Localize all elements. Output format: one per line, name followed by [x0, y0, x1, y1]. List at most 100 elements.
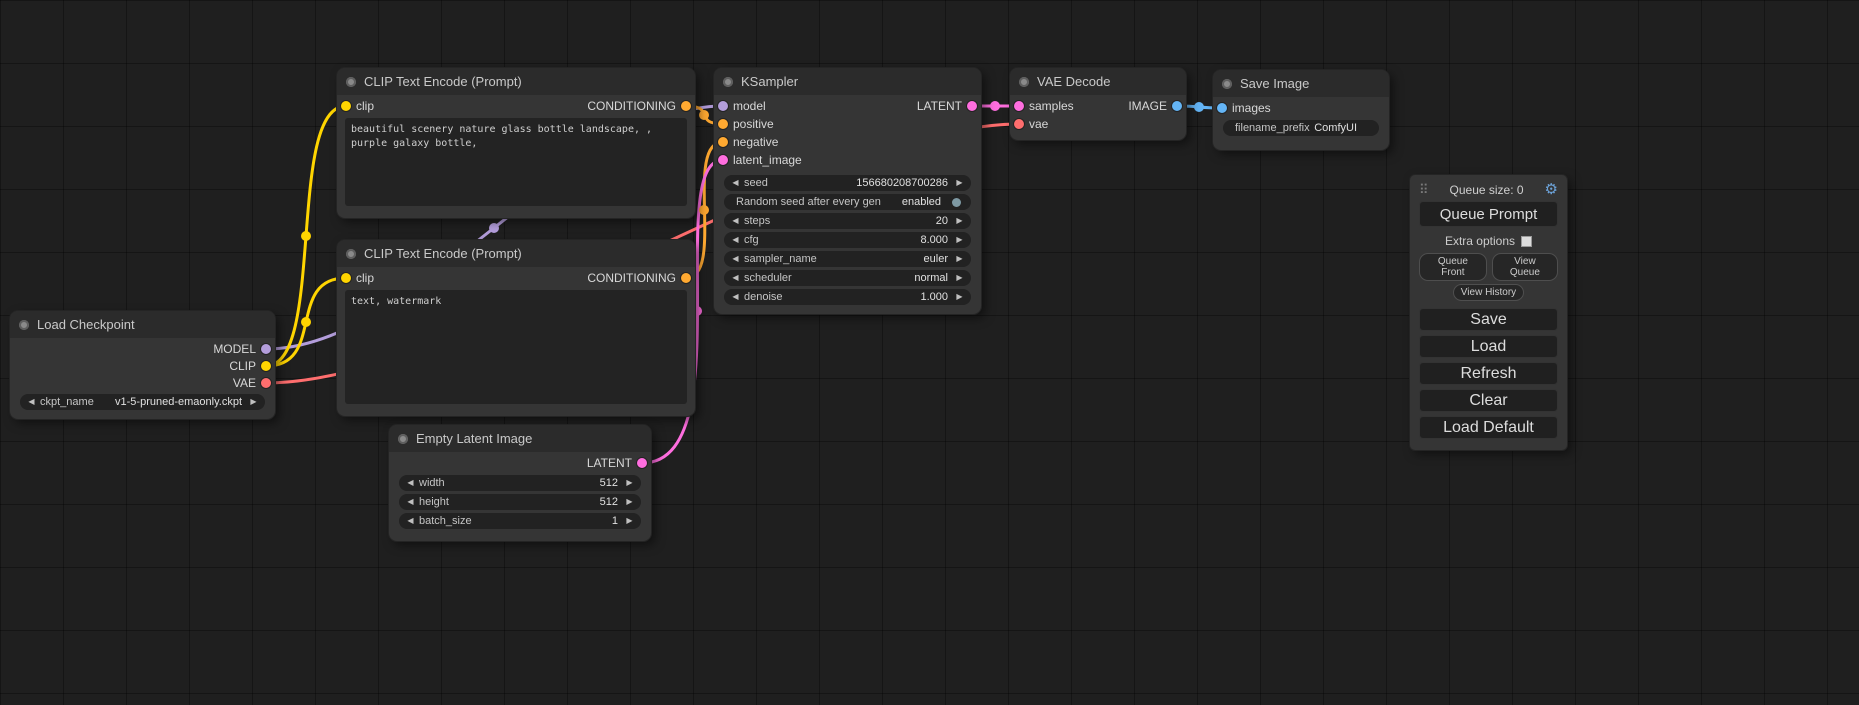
prompt-text-input[interactable]: text, watermark: [345, 290, 687, 404]
input-slot-clip[interactable]: [341, 273, 351, 283]
input-slot-positive[interactable]: [718, 119, 728, 129]
sampler-name-widget[interactable]: ◀ sampler_name euler ▶: [724, 251, 971, 267]
save-button[interactable]: Save: [1419, 308, 1558, 331]
increment-arrow-icon[interactable]: ▶: [953, 175, 966, 191]
width-widget[interactable]: ◀ width 512 ▶: [399, 475, 641, 491]
drag-handle-icon[interactable]: ⠿: [1419, 182, 1429, 198]
decrement-arrow-icon[interactable]: ◀: [404, 513, 417, 529]
node-title: CLIP Text Encode (Prompt): [364, 246, 522, 261]
widget-value: normal: [914, 272, 948, 284]
output-slot-clip[interactable]: [261, 361, 271, 371]
output-slot-conditioning[interactable]: [681, 101, 691, 111]
node-collapse-dot-icon[interactable]: [346, 249, 356, 259]
scheduler-widget[interactable]: ◀ scheduler normal ▶: [724, 270, 971, 286]
queue-menu-panel[interactable]: ⠿ Queue size: 0 ⚙ Queue Prompt Extra opt…: [1410, 175, 1567, 450]
refresh-button[interactable]: Refresh: [1419, 362, 1558, 385]
input-slot-clip[interactable]: [341, 101, 351, 111]
node-clip-text-encode-negative[interactable]: CLIP Text Encode (Prompt) clip CONDITION…: [337, 240, 695, 416]
link-dot-image: [1194, 102, 1204, 112]
increment-arrow-icon[interactable]: ▶: [953, 270, 966, 286]
node-collapse-dot-icon[interactable]: [19, 320, 29, 330]
toggle-dot-icon[interactable]: [952, 198, 961, 207]
view-queue-button[interactable]: View Queue: [1492, 253, 1558, 281]
increment-arrow-icon[interactable]: ▶: [953, 289, 966, 305]
slot-row: CLIP: [10, 357, 275, 374]
node-title: Save Image: [1240, 76, 1309, 91]
input-label-model: model: [733, 99, 766, 113]
view-history-button[interactable]: View History: [1453, 284, 1524, 301]
height-widget[interactable]: ◀ height 512 ▶: [399, 494, 641, 510]
load-default-button[interactable]: Load Default: [1419, 416, 1558, 439]
filename-prefix-widget[interactable]: filename_prefix ComfyUI: [1223, 120, 1379, 136]
increment-arrow-icon[interactable]: ▶: [623, 475, 636, 491]
decrement-arrow-icon[interactable]: ◀: [404, 475, 417, 491]
node-collapse-dot-icon[interactable]: [1019, 77, 1029, 87]
increment-arrow-icon[interactable]: ▶: [953, 213, 966, 229]
widget-name: batch_size: [419, 515, 472, 527]
output-slot-model[interactable]: [261, 344, 271, 354]
input-slot-vae[interactable]: [1014, 119, 1024, 129]
input-slot-latent-image[interactable]: [718, 155, 728, 165]
output-slot-image[interactable]: [1172, 101, 1182, 111]
input-slot-negative[interactable]: [718, 137, 728, 147]
node-title-bar[interactable]: KSampler: [714, 68, 981, 95]
comfyui-canvas[interactable]: { "icons": { "left_arrow": "◀", "right_a…: [0, 0, 1859, 705]
input-slot-samples[interactable]: [1014, 101, 1024, 111]
decrement-arrow-icon[interactable]: ◀: [729, 270, 742, 286]
decrement-arrow-icon[interactable]: ◀: [729, 175, 742, 191]
settings-gear-icon[interactable]: ⚙: [1545, 182, 1558, 197]
node-empty-latent-image[interactable]: Empty Latent Image LATENT ◀ width 512 ▶ …: [389, 425, 651, 541]
widget-name: sampler_name: [744, 253, 817, 265]
decrement-arrow-icon[interactable]: ◀: [729, 213, 742, 229]
node-ksampler[interactable]: KSampler model LATENT positive negative …: [714, 68, 981, 314]
slot-row: VAE: [10, 374, 275, 391]
input-slot-model[interactable]: [718, 101, 728, 111]
output-slot-conditioning[interactable]: [681, 273, 691, 283]
node-collapse-dot-icon[interactable]: [1222, 79, 1232, 89]
node-title-bar[interactable]: VAE Decode: [1010, 68, 1186, 95]
increment-arrow-icon[interactable]: ▶: [953, 251, 966, 267]
ckpt-name-widget[interactable]: ◀ ckpt_name v1-5-pruned-emaonly.ckpt ▶: [20, 394, 265, 410]
output-slot-latent[interactable]: [637, 458, 647, 468]
decrement-arrow-icon[interactable]: ◀: [729, 251, 742, 267]
output-slot-latent[interactable]: [967, 101, 977, 111]
output-slot-vae[interactable]: [261, 378, 271, 388]
slot-row: vae: [1010, 115, 1186, 133]
node-save-image[interactable]: Save Image images filename_prefix ComfyU…: [1213, 70, 1389, 150]
cfg-widget[interactable]: ◀ cfg 8.000 ▶: [724, 232, 971, 248]
node-collapse-dot-icon[interactable]: [346, 77, 356, 87]
denoise-widget[interactable]: ◀ denoise 1.000 ▶: [724, 289, 971, 305]
queue-prompt-button[interactable]: Queue Prompt: [1419, 201, 1558, 227]
node-load-checkpoint[interactable]: Load Checkpoint MODEL CLIP VAE ◀ ckpt_na…: [10, 311, 275, 419]
random-seed-toggle-widget[interactable]: Random seed after every gen enabled: [724, 194, 971, 210]
node-title-bar[interactable]: CLIP Text Encode (Prompt): [337, 240, 695, 267]
decrement-arrow-icon[interactable]: ◀: [729, 232, 742, 248]
batch-size-widget[interactable]: ◀ batch_size 1 ▶: [399, 513, 641, 529]
node-title-bar[interactable]: Empty Latent Image: [389, 425, 651, 452]
input-slot-images[interactable]: [1217, 103, 1227, 113]
node-title-bar[interactable]: Save Image: [1213, 70, 1389, 97]
seed-widget[interactable]: ◀ seed 156680208700286 ▶: [724, 175, 971, 191]
increment-arrow-icon[interactable]: ▶: [953, 232, 966, 248]
node-clip-text-encode-positive[interactable]: CLIP Text Encode (Prompt) clip CONDITION…: [337, 68, 695, 218]
prompt-text-input[interactable]: beautiful scenery nature glass bottle la…: [345, 118, 687, 206]
decrement-arrow-icon[interactable]: ◀: [25, 394, 38, 410]
increment-arrow-icon[interactable]: ▶: [247, 394, 260, 410]
clear-button[interactable]: Clear: [1419, 389, 1558, 412]
increment-arrow-icon[interactable]: ▶: [623, 494, 636, 510]
node-title-bar[interactable]: CLIP Text Encode (Prompt): [337, 68, 695, 95]
decrement-arrow-icon[interactable]: ◀: [729, 289, 742, 305]
steps-widget[interactable]: ◀ steps 20 ▶: [724, 213, 971, 229]
increment-arrow-icon[interactable]: ▶: [623, 513, 636, 529]
node-title-bar[interactable]: Load Checkpoint: [10, 311, 275, 338]
link-dot-latent-ksampler: [990, 101, 1000, 111]
node-vae-decode[interactable]: VAE Decode samples IMAGE vae: [1010, 68, 1186, 140]
load-button[interactable]: Load: [1419, 335, 1558, 358]
queue-front-button[interactable]: Queue Front: [1419, 253, 1487, 281]
slot-row: model LATENT: [714, 97, 981, 115]
decrement-arrow-icon[interactable]: ◀: [404, 494, 417, 510]
node-collapse-dot-icon[interactable]: [398, 434, 408, 444]
input-label-clip: clip: [356, 99, 374, 113]
extra-options-checkbox[interactable]: [1521, 236, 1532, 247]
node-collapse-dot-icon[interactable]: [723, 77, 733, 87]
